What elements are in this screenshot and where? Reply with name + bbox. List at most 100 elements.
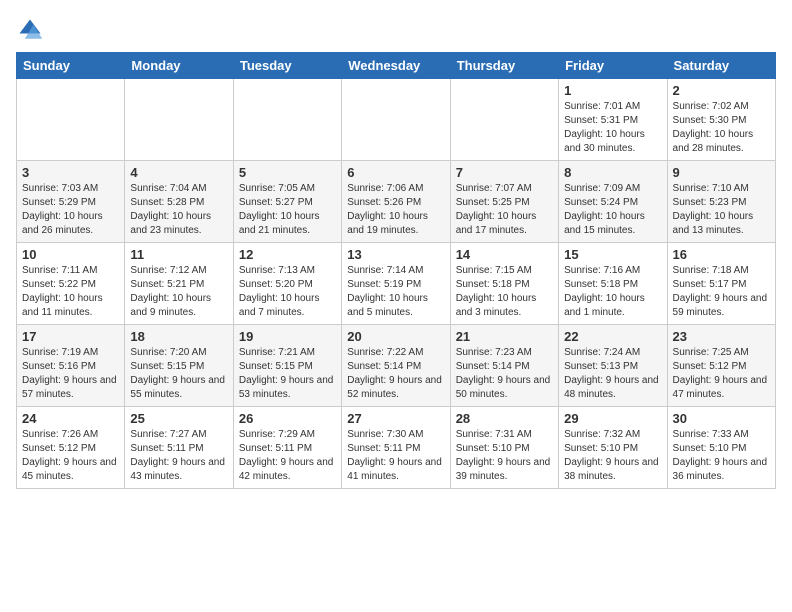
day-number: 3: [22, 165, 119, 180]
calendar-week-row: 10 Sunrise: 7:11 AM Sunset: 5:22 PM Dayli…: [17, 243, 776, 325]
day-info: Sunrise: 7:24 AM Sunset: 5:13 PM Dayligh…: [564, 346, 661, 402]
day-info: Sunrise: 7:05 AM Sunset: 5:27 PM Dayligh…: [239, 182, 336, 238]
day-info: Sunrise: 7:07 AM Sunset: 5:25 PM Dayligh…: [456, 182, 553, 238]
day-info: Sunrise: 7:23 AM Sunset: 5:14 PM Dayligh…: [456, 346, 553, 402]
calendar-day-11: 11Sunrise: 7:12 AM Sunset: 5:21 PM Dayli…: [125, 243, 233, 325]
day-number: 10: [22, 247, 119, 262]
day-info: Sunrise: 7:21 AM Sunset: 5:15 PM Dayligh…: [239, 346, 336, 402]
weekday-header-sunday: Sunday: [17, 53, 125, 79]
calendar-day-19: 19 Sunrise: 7:21 AM Sunset: 5:15 PM Dayli…: [233, 325, 341, 407]
page-header: [16, 16, 776, 44]
day-number: 19: [239, 329, 336, 344]
day-number: 1: [564, 83, 661, 98]
day-number: 15: [564, 247, 661, 262]
calendar-day-17: 17 Sunrise: 7:19 AM Sunset: 5:16 PM Dayli…: [17, 325, 125, 407]
day-number: 28: [456, 411, 553, 426]
day-info: Sunrise: 7:33 AM Sunset: 5:10 PM Dayligh…: [673, 428, 770, 484]
calendar-day-16: 16 Sunrise: 7:18 AM Sunset: 5:17 PM Dayli…: [667, 243, 775, 325]
day-number: 6: [347, 165, 444, 180]
day-number: 17: [22, 329, 119, 344]
day-number: 26: [239, 411, 336, 426]
weekday-header-friday: Friday: [559, 53, 667, 79]
day-number: 20: [347, 329, 444, 344]
day-number: 24: [22, 411, 119, 426]
day-info: Sunrise: 7:32 AM Sunset: 5:10 PM Dayligh…: [564, 428, 661, 484]
calendar-empty-cell: [17, 79, 125, 161]
day-info: Sunrise: 7:03 AM Sunset: 5:29 PM Dayligh…: [22, 182, 119, 238]
day-info: Sunrise: 7:30 AM Sunset: 5:11 PM Dayligh…: [347, 428, 444, 484]
weekday-header-wednesday: Wednesday: [342, 53, 450, 79]
day-info: Sunrise: 7:06 AM Sunset: 5:26 PM Dayligh…: [347, 182, 444, 238]
weekday-header-thursday: Thursday: [450, 53, 558, 79]
day-number: 16: [673, 247, 770, 262]
day-number: 8: [564, 165, 661, 180]
day-info: Sunrise: 7:15 AM Sunset: 5:18 PM Dayligh…: [456, 264, 553, 320]
day-info: Sunrise: 7:14 AM Sunset: 5:19 PM Dayligh…: [347, 264, 444, 320]
day-number: 7: [456, 165, 553, 180]
day-info: Sunrise: 7:09 AM Sunset: 5:24 PM Dayligh…: [564, 182, 661, 238]
day-number: 27: [347, 411, 444, 426]
day-info: Sunrise: 7:13 AM Sunset: 5:20 PM Dayligh…: [239, 264, 336, 320]
calendar-day-9: 9Sunrise: 7:10 AM Sunset: 5:23 PM Daylig…: [667, 161, 775, 243]
calendar-day-12: 12 Sunrise: 7:13 AM Sunset: 5:20 PM Dayli…: [233, 243, 341, 325]
day-info: Sunrise: 7:25 AM Sunset: 5:12 PM Dayligh…: [673, 346, 770, 402]
calendar-empty-cell: [125, 79, 233, 161]
day-info: Sunrise: 7:19 AM Sunset: 5:16 PM Dayligh…: [22, 346, 119, 402]
calendar-day-26: 26 Sunrise: 7:29 AM Sunset: 5:11 PM Dayli…: [233, 407, 341, 489]
day-info: Sunrise: 7:29 AM Sunset: 5:11 PM Dayligh…: [239, 428, 336, 484]
weekday-header-saturday: Saturday: [667, 53, 775, 79]
day-info: Sunrise: 7:11 AM Sunset: 5:22 PM Dayligh…: [22, 264, 119, 320]
calendar-table: SundayMondayTuesdayWednesdayThursdayFrid…: [16, 52, 776, 489]
day-number: 22: [564, 329, 661, 344]
calendar-day-15: 15 Sunrise: 7:16 AM Sunset: 5:18 PM Dayli…: [559, 243, 667, 325]
calendar-day-21: 21 Sunrise: 7:23 AM Sunset: 5:14 PM Dayli…: [450, 325, 558, 407]
calendar-day-5: 5 Sunrise: 7:05 AM Sunset: 5:27 PM Daylig…: [233, 161, 341, 243]
calendar-day-23: 23 Sunrise: 7:25 AM Sunset: 5:12 PM Dayli…: [667, 325, 775, 407]
calendar-week-row: 3 Sunrise: 7:03 AM Sunset: 5:29 PM Daylig…: [17, 161, 776, 243]
logo: [16, 16, 48, 44]
day-number: 29: [564, 411, 661, 426]
calendar-day-18: 18Sunrise: 7:20 AM Sunset: 5:15 PM Dayli…: [125, 325, 233, 407]
calendar-day-20: 20 Sunrise: 7:22 AM Sunset: 5:14 PM Dayli…: [342, 325, 450, 407]
day-info: Sunrise: 7:22 AM Sunset: 5:14 PM Dayligh…: [347, 346, 444, 402]
weekday-header-tuesday: Tuesday: [233, 53, 341, 79]
day-number: 23: [673, 329, 770, 344]
calendar-week-row: 17 Sunrise: 7:19 AM Sunset: 5:16 PM Dayli…: [17, 325, 776, 407]
calendar-week-row: 1 Sunrise: 7:01 AM Sunset: 5:31 PM Daylig…: [17, 79, 776, 161]
day-number: 2: [673, 83, 770, 98]
day-number: 21: [456, 329, 553, 344]
calendar-day-8: 8 Sunrise: 7:09 AM Sunset: 5:24 PM Daylig…: [559, 161, 667, 243]
calendar-day-22: 22 Sunrise: 7:24 AM Sunset: 5:13 PM Dayli…: [559, 325, 667, 407]
calendar-day-4: 4 Sunrise: 7:04 AM Sunset: 5:28 PM Daylig…: [125, 161, 233, 243]
calendar-day-30: 30 Sunrise: 7:33 AM Sunset: 5:10 PM Dayli…: [667, 407, 775, 489]
calendar-day-29: 29 Sunrise: 7:32 AM Sunset: 5:10 PM Dayli…: [559, 407, 667, 489]
day-number: 9: [673, 165, 770, 180]
calendar-day-3: 3 Sunrise: 7:03 AM Sunset: 5:29 PM Daylig…: [17, 161, 125, 243]
calendar-day-28: 28 Sunrise: 7:31 AM Sunset: 5:10 PM Dayli…: [450, 407, 558, 489]
day-info: Sunrise: 7:04 AM Sunset: 5:28 PM Dayligh…: [130, 182, 227, 238]
calendar-day-25: 25Sunrise: 7:27 AM Sunset: 5:11 PM Dayli…: [125, 407, 233, 489]
day-number: 4: [130, 165, 227, 180]
weekday-header-monday: Monday: [125, 53, 233, 79]
day-number: 30: [673, 411, 770, 426]
day-info: Sunrise: 7:18 AM Sunset: 5:17 PM Dayligh…: [673, 264, 770, 320]
calendar-week-row: 24 Sunrise: 7:26 AM Sunset: 5:12 PM Dayli…: [17, 407, 776, 489]
calendar-day-6: 6 Sunrise: 7:06 AM Sunset: 5:26 PM Daylig…: [342, 161, 450, 243]
calendar-day-1: 1 Sunrise: 7:01 AM Sunset: 5:31 PM Daylig…: [559, 79, 667, 161]
weekday-header-row: SundayMondayTuesdayWednesdayThursdayFrid…: [17, 53, 776, 79]
calendar-day-24: 24 Sunrise: 7:26 AM Sunset: 5:12 PM Dayli…: [17, 407, 125, 489]
day-info: Sunrise: 7:16 AM Sunset: 5:18 PM Dayligh…: [564, 264, 661, 320]
day-number: 5: [239, 165, 336, 180]
calendar-empty-cell: [233, 79, 341, 161]
day-info: Sunrise: 7:26 AM Sunset: 5:12 PM Dayligh…: [22, 428, 119, 484]
day-number: 11: [130, 247, 227, 262]
day-number: 12: [239, 247, 336, 262]
calendar-empty-cell: [342, 79, 450, 161]
calendar-day-13: 13 Sunrise: 7:14 AM Sunset: 5:19 PM Dayli…: [342, 243, 450, 325]
calendar-day-27: 27 Sunrise: 7:30 AM Sunset: 5:11 PM Dayli…: [342, 407, 450, 489]
calendar-day-2: 2Sunrise: 7:02 AM Sunset: 5:30 PM Daylig…: [667, 79, 775, 161]
day-info: Sunrise: 7:01 AM Sunset: 5:31 PM Dayligh…: [564, 100, 661, 156]
logo-icon: [16, 16, 44, 44]
day-info: Sunrise: 7:31 AM Sunset: 5:10 PM Dayligh…: [456, 428, 553, 484]
day-number: 13: [347, 247, 444, 262]
